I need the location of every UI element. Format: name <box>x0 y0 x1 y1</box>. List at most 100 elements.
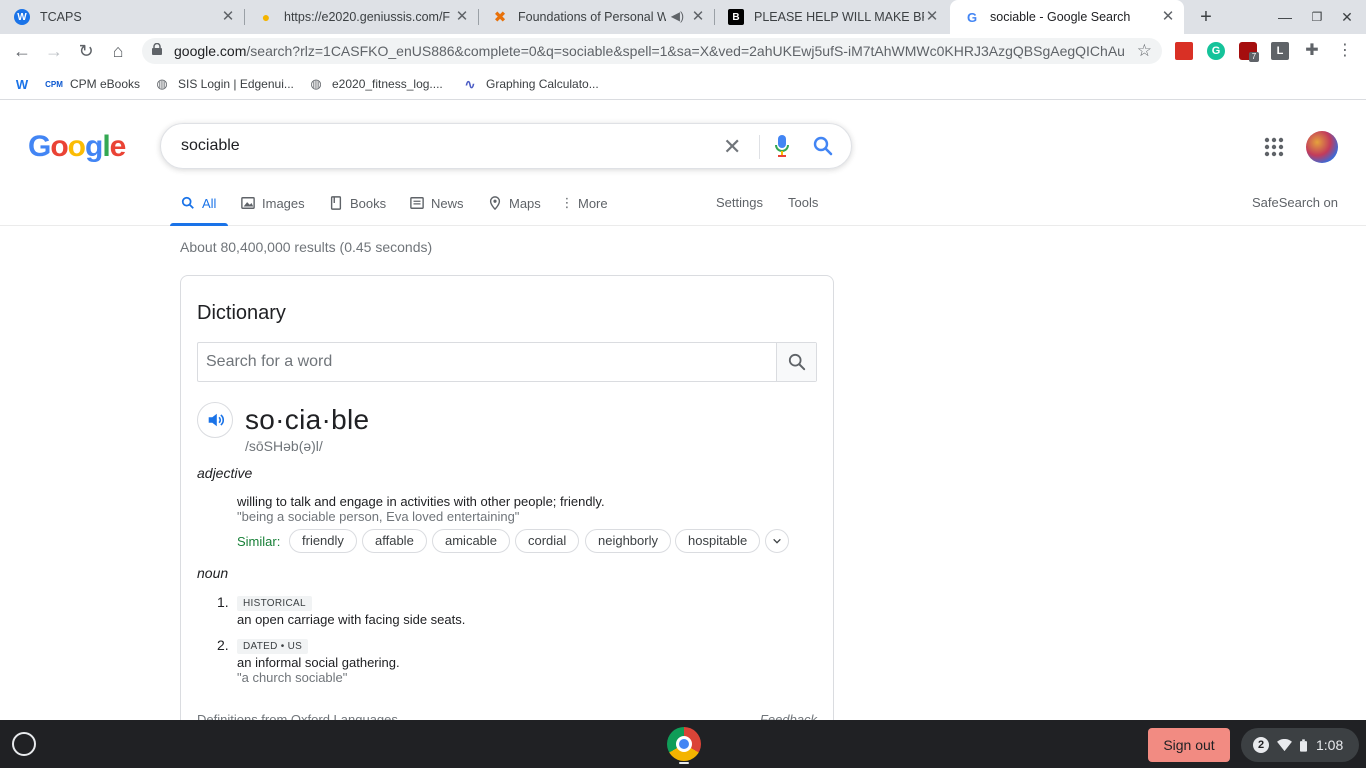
speaker-icon <box>208 413 224 427</box>
restore-icon[interactable]: ❐ <box>1306 6 1328 28</box>
forward-icon[interactable]: → <box>42 39 66 63</box>
globe-icon: ◍ <box>310 76 322 91</box>
tab-all[interactable]: All <box>180 195 216 211</box>
tab-more[interactable]: ⋮ More <box>561 195 608 211</box>
bookmark-fitness-log[interactable]: ◍ e2020_fitness_log.... <box>308 76 443 92</box>
part-of-speech-noun: noun <box>197 565 229 581</box>
tab-title: TCAPS <box>40 10 82 24</box>
l-extension-icon[interactable]: L <box>1271 42 1289 60</box>
lightbulb-favicon-icon: ● <box>261 9 271 25</box>
close-window-icon[interactable]: ✕ <box>1336 6 1358 28</box>
tab-maps[interactable]: Maps <box>487 195 541 211</box>
close-tab-icon[interactable]: ✕ <box>924 9 940 25</box>
pronunciation-button[interactable] <box>197 402 233 438</box>
bookmark-cpm-ebooks[interactable]: CPM CPM eBooks <box>45 76 140 92</box>
lock-icon <box>152 43 162 55</box>
tab-brainly[interactable]: B PLEASE HELP WILL MAKE BRA ✕ <box>714 0 948 34</box>
wifi-icon <box>1277 738 1292 751</box>
google-apps-icon[interactable] <box>1263 136 1285 158</box>
tab-tcaps[interactable]: W TCAPS ✕ <box>0 0 245 34</box>
bookmark-star-icon[interactable]: ☆ <box>1137 41 1152 61</box>
tcaps-favicon-icon: W <box>14 9 30 25</box>
dictionary-title: Dictionary <box>197 302 286 324</box>
google-logo[interactable]: Google <box>28 130 126 164</box>
usage-tag: DATED • US <box>237 639 309 654</box>
address-bar[interactable]: google.com/search?rlz=1CASFKO_enUS886&co… <box>142 38 1162 64</box>
definition-noun-2: an informal social gathering. <box>237 655 400 670</box>
home-icon[interactable]: ⌂ <box>106 39 130 63</box>
similar-chip-hospitable[interactable]: hospitable <box>675 529 761 553</box>
word-search-button[interactable] <box>776 343 816 381</box>
definition-adjective: willing to talk and engage in activities… <box>237 494 605 509</box>
chrome-app-icon[interactable] <box>667 727 701 761</box>
tab-foundations[interactable]: ✖ Foundations of Personal W ◀) ✕ <box>478 0 715 34</box>
sign-out-button[interactable]: Sign out <box>1148 728 1230 762</box>
reload-icon[interactable]: ↻ <box>74 39 98 63</box>
similar-chip-affable[interactable]: affable <box>362 529 427 553</box>
book-icon <box>328 195 344 211</box>
tab-images[interactable]: Images <box>240 195 305 211</box>
tab-label: Maps <box>509 195 541 211</box>
example-adjective: "being a sociable person, Eva loved ente… <box>237 509 520 524</box>
close-tab-icon[interactable]: ✕ <box>454 9 470 25</box>
example-noun-2: "a church sociable" <box>237 670 348 685</box>
back-icon[interactable]: ← <box>10 39 34 63</box>
bookmark-label: e2020_fitness_log.... <box>332 77 443 91</box>
new-tab-button[interactable]: + <box>1195 6 1217 28</box>
tab-title: Foundations of Personal W <box>518 10 666 24</box>
notification-count: 2 <box>1253 737 1269 753</box>
menu-kebab-icon[interactable]: ⋮ <box>1336 42 1354 60</box>
close-tab-icon[interactable]: ✕ <box>220 9 236 25</box>
search-icon[interactable] <box>813 136 833 156</box>
similar-chip-amicable[interactable]: amicable <box>432 529 511 553</box>
search-box[interactable]: sociable ✕ <box>160 123 852 169</box>
bookmark-sis-login[interactable]: ◍ SIS Login | Edgenui... <box>154 76 294 92</box>
status-tray[interactable]: 2 1:08 <box>1241 728 1359 762</box>
edgenuity-favicon-icon: ✖ <box>493 9 507 26</box>
map-pin-icon <box>487 195 503 211</box>
tab-title: PLEASE HELP WILL MAKE BRA <box>754 10 924 24</box>
tools-link[interactable]: Tools <box>788 195 818 210</box>
tab-google-search[interactable]: G sociable - Google Search ✕ <box>950 0 1184 34</box>
brainly-favicon-icon: B <box>728 9 744 25</box>
account-avatar[interactable] <box>1306 131 1338 163</box>
bookmark-w-app[interactable]: W <box>14 76 38 92</box>
tab-books[interactable]: Books <box>328 195 386 211</box>
launcher-icon[interactable] <box>12 732 36 756</box>
puzzle-extensions-icon[interactable]: ✚ <box>1303 42 1321 60</box>
extension-badge: 7 <box>1249 52 1259 62</box>
definition-noun-1: an open carriage with facing side seats. <box>237 612 466 627</box>
os-shelf: Sign out 2 1:08 <box>0 720 1366 768</box>
shield-extension-icon[interactable]: 7 <box>1239 42 1259 62</box>
tab-label: News <box>431 195 464 211</box>
safesearch-indicator[interactable]: SafeSearch on <box>1252 195 1338 210</box>
minimize-icon[interactable]: — <box>1274 6 1296 28</box>
similar-label: Similar: <box>237 534 281 549</box>
book-extension-icon[interactable] <box>1175 42 1193 60</box>
close-tab-icon[interactable]: ✕ <box>690 9 706 25</box>
battery-icon <box>1300 738 1307 752</box>
similar-chip-friendly[interactable]: friendly <box>289 529 357 553</box>
usage-tag: HISTORICAL <box>237 596 312 611</box>
url-path: /search?rlz=1CASFKO_enUS886&complete=0&q… <box>246 43 1124 59</box>
bookmark-graphing-calculator[interactable]: ∿ Graphing Calculato... <box>462 76 599 92</box>
settings-link[interactable]: Settings <box>716 195 763 210</box>
microphone-icon[interactable] <box>775 135 789 157</box>
headword: so·cia·ble <box>245 404 370 435</box>
search-input[interactable]: sociable <box>181 137 240 155</box>
similar-chip-cordial[interactable]: cordial <box>515 529 580 553</box>
cpm-icon: CPM <box>45 79 63 89</box>
image-icon <box>240 195 256 211</box>
grammarly-extension-icon[interactable]: G <box>1207 42 1225 60</box>
clear-search-icon[interactable]: ✕ <box>723 134 741 160</box>
tab-geniussis[interactable]: ● https://e2020.geniussis.com/F ✕ <box>244 0 479 34</box>
speaker-audio-icon[interactable]: ◀) <box>671 9 684 23</box>
tab-news[interactable]: News <box>409 195 464 211</box>
close-tab-icon[interactable]: ✕ <box>1160 9 1176 25</box>
dictionary-card: Dictionary Search for a word so·cia·ble … <box>180 275 834 735</box>
expand-similar-button[interactable] <box>765 529 789 553</box>
chevron-down-icon <box>773 538 781 544</box>
word-search-field[interactable]: Search for a word <box>197 342 817 382</box>
word-search-placeholder[interactable]: Search for a word <box>206 353 332 371</box>
similar-chip-neighborly[interactable]: neighborly <box>585 529 671 553</box>
